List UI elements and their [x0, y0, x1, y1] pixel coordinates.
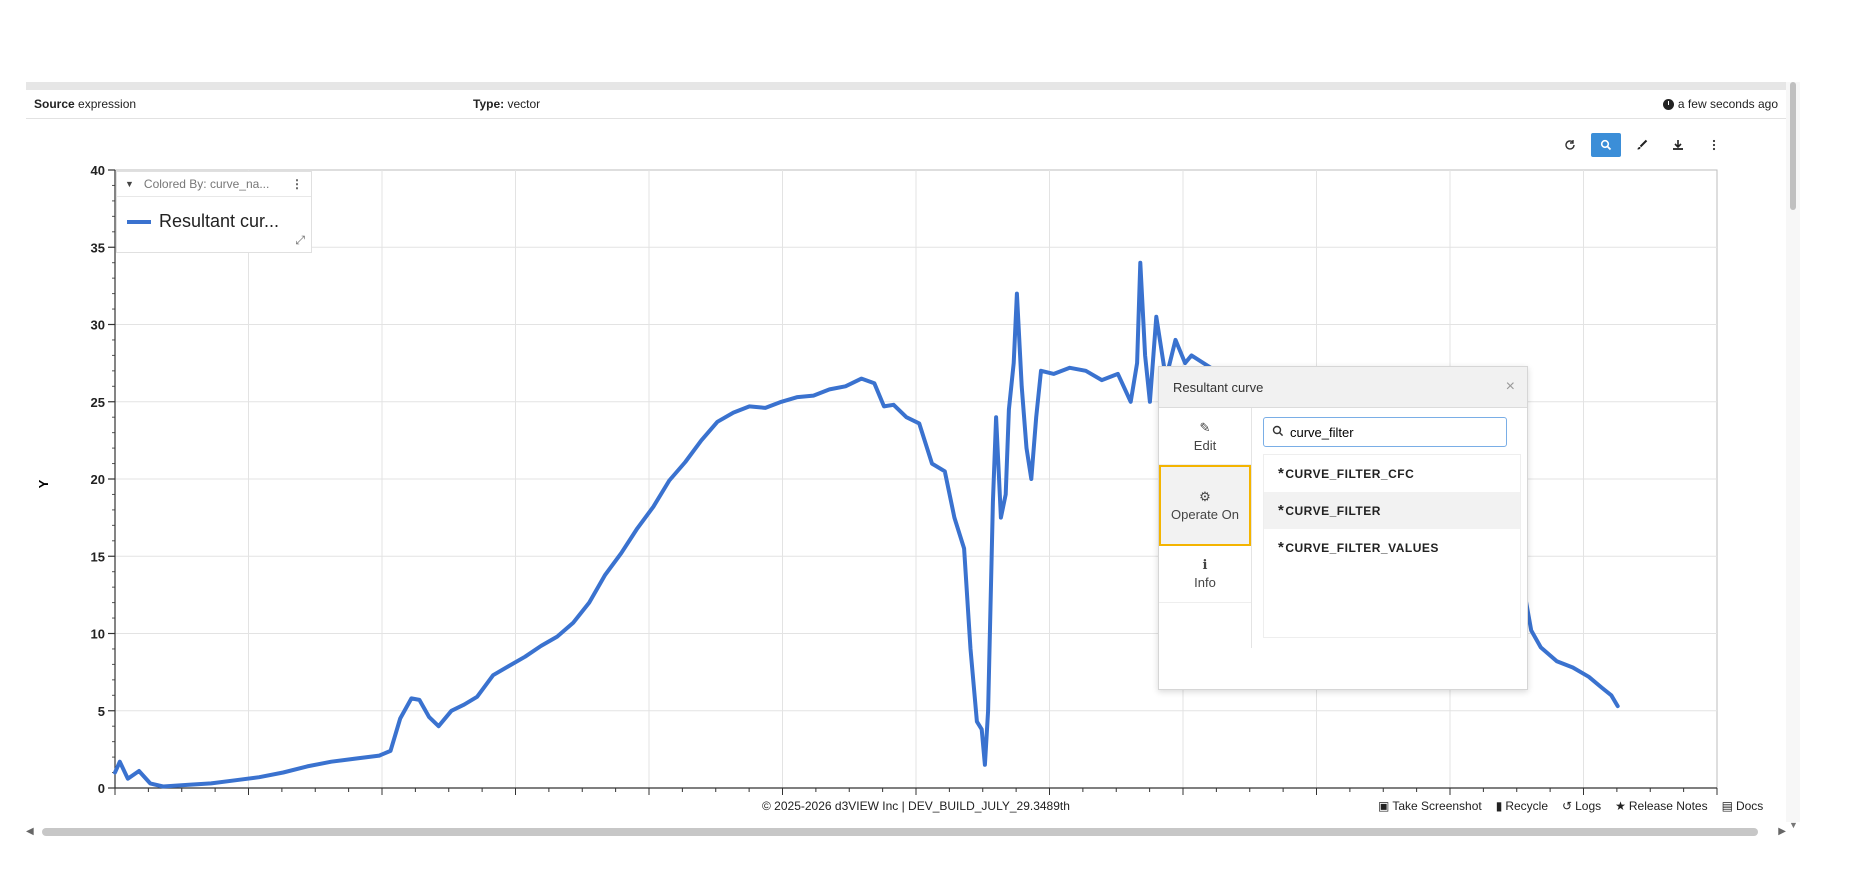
legend-item[interactable]: Resultant cur...: [117, 197, 311, 232]
dialog-title: Resultant curve: [1173, 379, 1264, 395]
release-notes-link[interactable]: ★ Release Notes: [1615, 799, 1707, 813]
take-screenshot-link[interactable]: ▣ Take Screenshot: [1378, 799, 1482, 813]
y-tick-label: 5: [98, 704, 105, 719]
scrollbar-thumb[interactable]: [42, 828, 1758, 836]
y-axis-label: Y: [36, 479, 51, 488]
curve-dialog: Resultant curve × ✎ Edit ⚙ Operate On i …: [1158, 366, 1528, 690]
logs-link[interactable]: ↺ Logs: [1562, 799, 1601, 813]
info-icon: i: [1202, 558, 1208, 573]
list-item[interactable]: * CURVE_FILTER: [1264, 492, 1520, 529]
scroll-right-icon[interactable]: ▶: [1778, 826, 1786, 837]
recycle-link[interactable]: ▮ Recycle: [1496, 799, 1548, 813]
trash-icon: ▮: [1495, 799, 1503, 813]
scrollbar-thumb[interactable]: [1790, 82, 1796, 210]
colored-by-label: Colored By: curve_na...: [143, 177, 270, 191]
caret-down-icon[interactable]: ▼: [125, 179, 134, 189]
legend-menu-icon[interactable]: ⋮: [291, 177, 303, 191]
docs-link[interactable]: ▤ Docs: [1722, 799, 1764, 813]
legend-swatch: [127, 219, 151, 224]
y-tick-label: 20: [91, 472, 105, 487]
dialog-header: Resultant curve ×: [1159, 367, 1527, 408]
edit-icon: ✎: [1199, 419, 1211, 435]
line-chart[interactable]: 0 5 10 15 20 25 30 35 40 Y: [0, 0, 1870, 880]
scroll-left-icon[interactable]: ◀: [26, 826, 34, 837]
chart-legend: ▼ Colored By: curve_na... ⋮ Resultant cu…: [116, 171, 312, 253]
close-icon[interactable]: ×: [1506, 378, 1515, 396]
copyright-text: © 2025-2026 d3VIEW Inc | DEV_BUILD_JULY_…: [762, 799, 1070, 813]
dialog-sidebar: ✎ Edit ⚙ Operate On i Info: [1159, 408, 1252, 648]
gear-icon: ⚙: [1199, 488, 1211, 504]
y-axis: 0 5 10 15 20 25 30 35 40: [91, 163, 116, 796]
tab-edit[interactable]: ✎ Edit: [1159, 408, 1251, 465]
scroll-down-icon[interactable]: ▼: [1789, 820, 1798, 830]
tab-info[interactable]: i Info: [1159, 546, 1251, 603]
list-item[interactable]: * CURVE_FILTER_CFC: [1264, 455, 1520, 492]
search-box: [1263, 417, 1507, 447]
image-icon: ▣: [1378, 799, 1390, 813]
footer: © 2025-2026 d3VIEW Inc | DEV_BUILD_JULY_…: [0, 795, 1870, 817]
y-tick-label: 10: [91, 627, 105, 642]
y-tick-label: 0: [98, 781, 105, 796]
results-list: * CURVE_FILTER_CFC * CURVE_FILTER * CURVE_F…: [1263, 454, 1521, 638]
y-tick-label: 25: [91, 395, 105, 410]
x-axis: [114, 787, 1718, 795]
search-input[interactable]: [1288, 423, 1492, 441]
y-tick-label: 35: [91, 240, 105, 255]
book-icon: ▤: [1721, 799, 1733, 813]
y-tick-label: 30: [91, 318, 105, 333]
horizontal-scrollbar[interactable]: ◀ ▶: [26, 826, 1786, 838]
tab-operate-on[interactable]: ⚙ Operate On: [1159, 465, 1251, 546]
vertical-scrollbar[interactable]: ▼: [1786, 82, 1800, 830]
y-tick-label: 15: [91, 549, 105, 564]
resize-icon[interactable]: ⤢: [295, 233, 305, 248]
legend-header[interactable]: ▼ Colored By: curve_na... ⋮: [117, 172, 311, 197]
history-icon: ↺: [1562, 799, 1573, 813]
search-icon: [1272, 425, 1284, 440]
y-tick-label: 40: [91, 163, 105, 178]
legend-item-label: Resultant cur...: [159, 211, 280, 231]
footer-links: ▣ Take Screenshot ▮ Recycle ↺ Logs ★ Release…: [1378, 799, 1763, 813]
star-icon: ★: [1615, 799, 1626, 813]
list-item[interactable]: * CURVE_FILTER_VALUES: [1264, 529, 1520, 566]
